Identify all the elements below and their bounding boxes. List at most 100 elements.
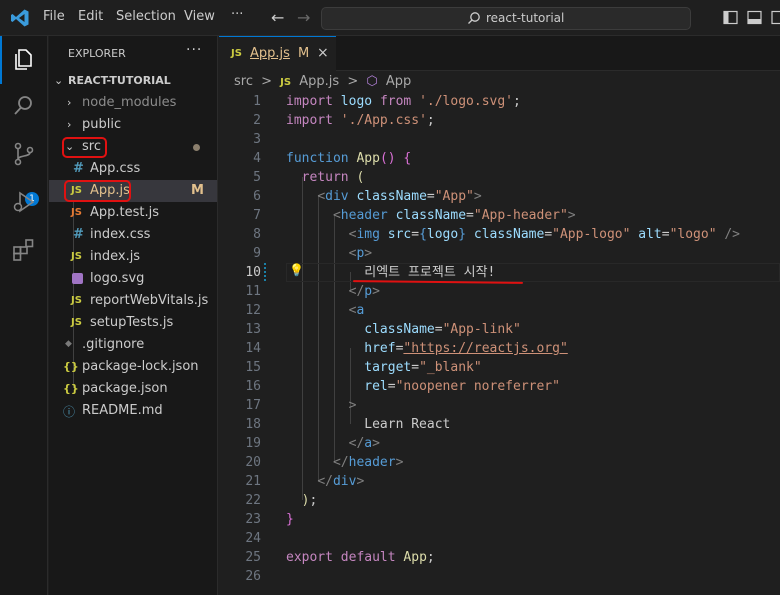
explorer-sidebar: EXPLORER ··· ⌄ REACT-TUTORIAL › node_mod… xyxy=(49,36,218,595)
menu-edit[interactable]: Edit xyxy=(78,9,103,24)
breadcrumb-src[interactable]: src xyxy=(234,74,253,89)
code-token: App xyxy=(403,550,427,565)
tree-item-public[interactable]: › public xyxy=(49,114,217,136)
code-token: 리엑트 프로젝트 시작! xyxy=(286,265,496,280)
tree-item-setup-tests[interactable]: JS setupTests.js xyxy=(49,312,217,334)
extensions-icon[interactable] xyxy=(11,237,37,263)
line-number: 26 xyxy=(245,569,261,584)
code-token: = xyxy=(411,227,420,242)
code-token: = xyxy=(661,227,670,242)
code-line: target="_blank" xyxy=(286,358,482,377)
breadcrumb-separator: > xyxy=(347,74,359,89)
line-number: 16 xyxy=(245,379,261,394)
code-token: "App-header" xyxy=(473,208,568,223)
run-debug-icon[interactable] xyxy=(11,189,37,215)
menu-view[interactable]: View xyxy=(184,9,215,24)
code-token: ; xyxy=(426,550,435,565)
chevron-right-icon: › xyxy=(67,96,72,109)
explorer-icon[interactable] xyxy=(11,46,37,72)
json-file-icon: {} xyxy=(63,382,79,395)
code-token: "_blank" xyxy=(419,360,482,375)
vscode-logo-icon xyxy=(11,9,29,27)
code-token: target xyxy=(364,360,412,375)
line-number: 6 xyxy=(253,189,261,204)
code-token: ; xyxy=(513,94,529,109)
annotation-box-app-js xyxy=(64,180,131,202)
code-token: </ xyxy=(348,284,365,299)
tree-item-index-css[interactable]: # index.css xyxy=(49,224,217,246)
line-number: 19 xyxy=(245,436,261,451)
css-file-icon: # xyxy=(73,227,84,242)
line-number: 9 xyxy=(253,246,261,261)
code-token: "noopener noreferrer" xyxy=(395,379,560,394)
forward-arrow-icon[interactable]: → xyxy=(297,8,310,27)
editor-group: JS App.js M × src > JS App.js > ⬡ App 💡 1… xyxy=(219,36,780,595)
js-file-icon: JS xyxy=(280,77,292,88)
code-token: () xyxy=(379,151,404,166)
close-icon[interactable]: × xyxy=(317,45,329,61)
code-token: a xyxy=(364,436,373,451)
code-token: </ xyxy=(348,436,365,451)
breadcrumb-file[interactable]: App.js xyxy=(299,74,339,89)
back-arrow-icon[interactable]: ← xyxy=(271,8,284,27)
tree-item-report-web-vitals[interactable]: JS reportWebVitals.js xyxy=(49,290,217,312)
line-number: 13 xyxy=(245,322,261,337)
tree-item-index-js[interactable]: JS index.js xyxy=(49,246,217,268)
menu-file[interactable]: File xyxy=(43,9,65,24)
line-number: 3 xyxy=(253,132,261,147)
tree-item-label: package-lock.json xyxy=(82,359,199,374)
tree-item-app-css[interactable]: # App.css xyxy=(49,158,217,180)
tree-item-gitignore[interactable]: ◆ .gitignore xyxy=(49,334,217,356)
code-line: <img src={logo} className="App-logo" alt… xyxy=(286,225,740,244)
svg-file-icon xyxy=(72,273,83,284)
tree-item-app-test-js[interactable]: JS App.test.js xyxy=(49,202,217,224)
explorer-title: EXPLORER xyxy=(68,47,126,60)
explorer-more-button[interactable]: ··· xyxy=(186,42,202,58)
line-number: 8 xyxy=(253,227,261,242)
code-token: /> xyxy=(724,227,741,242)
tab-label: App.js xyxy=(250,46,290,61)
code-token: "App-logo" xyxy=(552,227,639,242)
command-center-search[interactable]: react-tutorial xyxy=(321,7,691,30)
code-token: './App.css' xyxy=(340,113,427,128)
line-number: 4 xyxy=(253,151,261,166)
tree-root-react-tutorial[interactable]: ⌄ REACT-TUTORIAL xyxy=(49,70,217,92)
active-indicator xyxy=(0,36,2,84)
search-text: react-tutorial xyxy=(486,11,565,25)
line-number: 10 xyxy=(245,265,261,280)
toggle-panel-icon[interactable] xyxy=(747,10,762,25)
line-number: 5 xyxy=(253,170,261,185)
json-file-icon: {} xyxy=(63,360,79,373)
tree-item-node-modules[interactable]: › node_modules xyxy=(49,92,217,114)
tab-app-js[interactable]: JS App.js M × xyxy=(219,36,336,71)
tree-item-logo-svg[interactable]: logo.svg xyxy=(49,268,217,290)
menu-selection[interactable]: Selection xyxy=(116,9,176,24)
search-icon[interactable] xyxy=(11,93,37,119)
code-token: > xyxy=(364,246,373,261)
code-editor[interactable]: 💡 1 import logo from './logo.svg'; 2 import… xyxy=(219,92,780,595)
tree-item-package-json[interactable]: {} package.json xyxy=(49,378,217,400)
chevron-down-icon: ⌄ xyxy=(54,74,64,87)
code-token: './logo.svg' xyxy=(419,94,513,109)
toggle-sidebar-icon[interactable] xyxy=(723,10,738,25)
line-number: 15 xyxy=(245,360,261,375)
code-line: <header className="App-header"> xyxy=(286,206,576,225)
source-control-icon[interactable] xyxy=(11,141,37,167)
tree-item-readme[interactable]: ⓘ README.md xyxy=(49,400,217,422)
menu-more[interactable]: ··· xyxy=(231,7,243,22)
code-token: import xyxy=(286,94,341,109)
code-token: href xyxy=(364,341,396,356)
toggle-secondary-sidebar-icon[interactable] xyxy=(771,10,780,25)
tree-item-label: .gitignore xyxy=(82,337,145,352)
tree-item-package-lock[interactable]: {} package-lock.json xyxy=(49,356,217,378)
breadcrumb-symbol[interactable]: App xyxy=(386,74,411,89)
code-token: div xyxy=(325,189,357,204)
breadcrumb-separator: > xyxy=(261,74,273,89)
